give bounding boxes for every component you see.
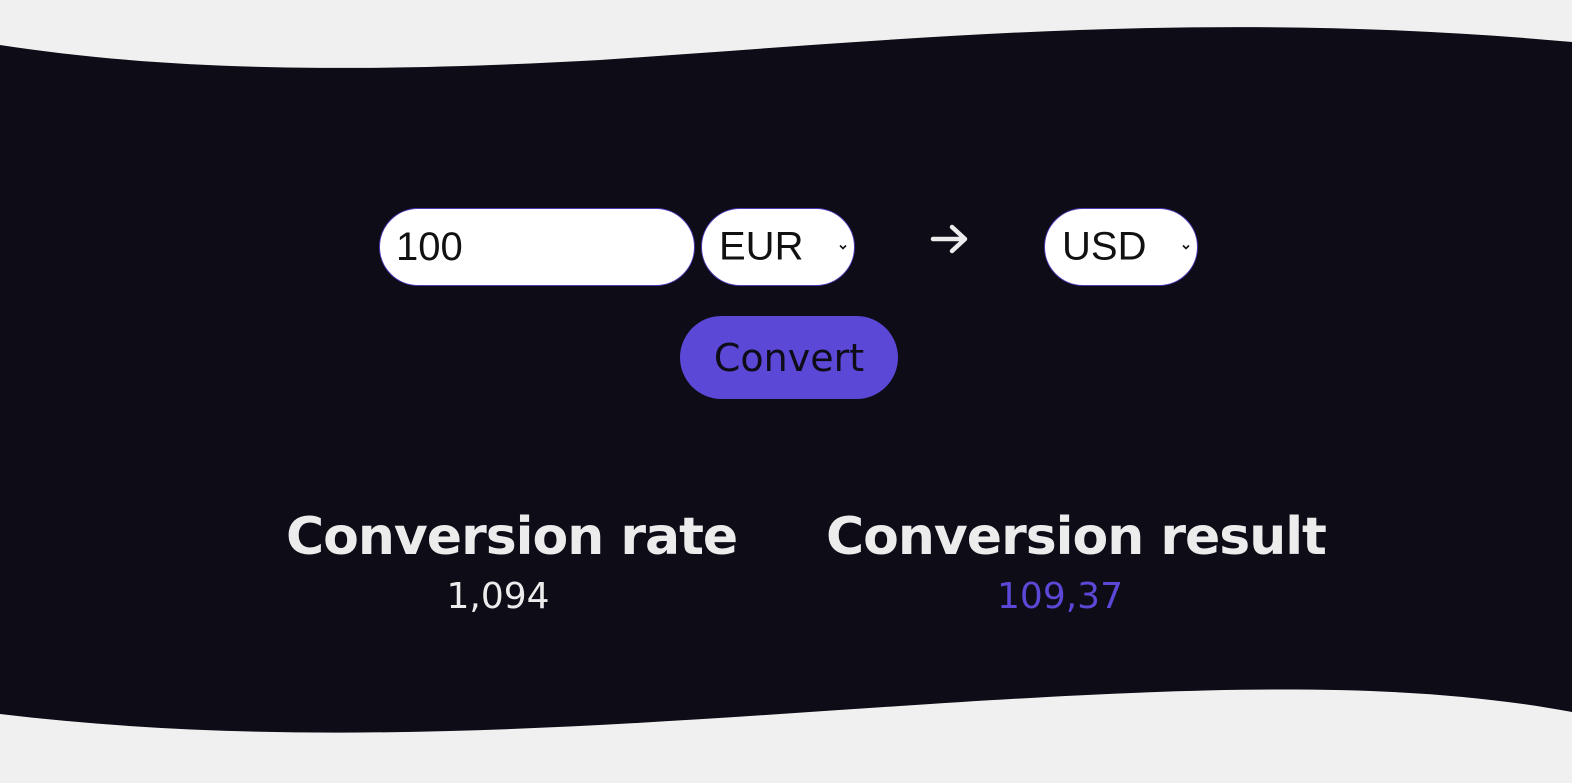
conversion-result-block: Conversion result 109,37 [826,505,1327,619]
chevron-down-icon [839,244,847,250]
page: EUR USD Convert Conversion rate 1,094 Co… [0,0,1572,783]
conversion-result-heading: Conversion result [826,507,1327,567]
converter-controls: EUR USD [0,208,1572,288]
conversion-result-value: 109,37 [997,576,1123,617]
to-currency-value: USD [1062,224,1147,269]
conversion-rate-value: 1,094 [446,576,550,617]
right-arrow-icon [930,224,968,254]
conversion-rate-heading: Conversion rate [286,507,738,567]
chevron-down-icon [1182,244,1190,250]
amount-input[interactable] [379,208,695,286]
from-currency-value: EUR [719,224,804,269]
convert-button[interactable]: Convert [680,316,898,399]
conversion-rate-block: Conversion rate 1,094 [286,505,738,619]
from-currency-select[interactable]: EUR [701,208,855,286]
to-currency-select[interactable]: USD [1044,208,1198,286]
